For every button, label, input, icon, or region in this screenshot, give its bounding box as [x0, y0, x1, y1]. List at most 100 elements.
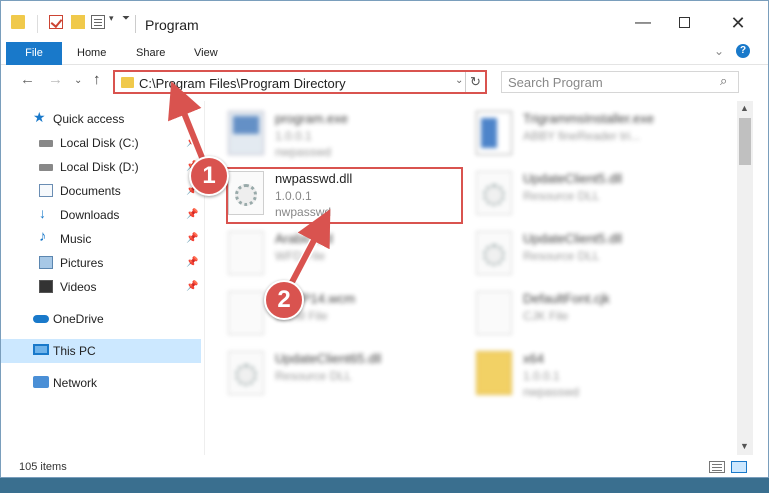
file-item[interactable]: TrigrammsInstaller.exe ABBY fineReader t… [454, 107, 694, 163]
pin-icon[interactable]: 📌 [186, 281, 198, 292]
scroll-down-icon[interactable]: ▼ [740, 441, 749, 451]
file-name: UpdateClient5.dll [523, 231, 623, 246]
scroll-up-icon[interactable]: ▲ [740, 103, 749, 113]
file-name: UpdateClient65.dll [275, 351, 382, 366]
sidebar-item-videos[interactable]: Videos 📌 [1, 275, 201, 299]
maximize-icon [678, 17, 690, 28]
drive-icon [39, 164, 53, 171]
folder-icon [476, 351, 512, 395]
forward-button[interactable]: → [48, 71, 63, 88]
sidebar-item-quick-access[interactable]: ★ Quick access [1, 107, 201, 131]
pin-icon[interactable]: 📌 [186, 137, 198, 148]
file-description: nwpasswd [523, 385, 580, 399]
expand-ribbon-icon[interactable]: ⌄ [714, 44, 724, 58]
sidebar-item-documents[interactable]: Documents 📌 [1, 179, 201, 203]
sidebar-item-pictures[interactable]: Pictures 📌 [1, 251, 201, 275]
new-folder-icon[interactable] [71, 15, 85, 29]
navigation-pane: ★ Quick access Local Disk (C:) 📌 Local D… [1, 101, 205, 455]
search-input[interactable] [502, 72, 702, 92]
star-icon: ★ [33, 109, 46, 125]
sidebar-item-label: Downloads [60, 208, 120, 222]
search-icon[interactable]: ⌕ [720, 73, 727, 89]
scrollbar-thumb[interactable] [739, 118, 751, 165]
explorer-window: ▾ ⏷ Program — ✕ File Home Share View ⌄ ?… [0, 0, 769, 478]
item-count: 105 items [19, 461, 67, 473]
minimize-button[interactable]: — [628, 11, 658, 35]
help-icon[interactable]: ? [736, 44, 750, 58]
gear-icon [483, 184, 505, 206]
large-icons-view-icon[interactable] [731, 461, 747, 473]
vertical-scrollbar[interactable]: ▲ ▼ [737, 101, 753, 455]
search-box[interactable]: ⌕ [501, 71, 739, 93]
sidebar-item-local-disk-d[interactable]: Local Disk (D:) 📌 [1, 155, 201, 179]
sidebar-item-label: Local Disk (C:) [60, 136, 139, 150]
status-bar: 105 items [1, 457, 768, 477]
file-item[interactable]: x64 1.0.0.1 nwpasswd [454, 347, 694, 403]
folder-icon [121, 77, 134, 88]
chevron-down-icon[interactable]: ▾ [109, 13, 114, 24]
properties-check-icon[interactable] [49, 15, 63, 29]
window-title: Program [145, 17, 199, 33]
file-icon [228, 231, 264, 275]
video-icon [39, 280, 53, 293]
sidebar-item-network[interactable]: Network [1, 371, 201, 395]
address-bar[interactable]: C:\Program Files\Program Directory ⌄ ↻ [113, 70, 487, 94]
up-button[interactable]: ↑ [93, 71, 101, 88]
sidebar-item-music[interactable]: ♪ Music 📌 [1, 227, 201, 251]
file-description: nwpasswd [275, 145, 332, 159]
sidebar-item-label: OneDrive [53, 312, 104, 326]
file-name: DefaultFont.cjk [523, 291, 610, 306]
step-2-badge: 2 [264, 280, 304, 320]
sidebar-item-this-pc[interactable]: This PC [1, 339, 201, 363]
pin-icon[interactable]: 📌 [186, 257, 198, 268]
file-item[interactable]: ooWP14.wcm WCM File [206, 287, 446, 343]
tab-home[interactable]: Home [77, 42, 106, 65]
download-icon: ↓ [39, 205, 46, 221]
file-item[interactable]: UpdateClient5.dll Resource DLL [454, 167, 694, 223]
title-bar: ▾ ⏷ Program — ✕ [1, 1, 768, 39]
cloud-icon [33, 315, 49, 323]
sidebar-item-downloads[interactable]: ↓ Downloads 📌 [1, 203, 201, 227]
sidebar-item-label: Pictures [60, 256, 104, 270]
drive-icon [39, 140, 53, 147]
sidebar-item-label: Quick access [53, 112, 125, 126]
file-icon [228, 291, 264, 335]
music-icon: ♪ [39, 228, 47, 245]
sidebar-item-local-disk-c[interactable]: Local Disk (C:) 📌 [1, 131, 201, 155]
address-path[interactable]: C:\Program Files\Program Directory [139, 76, 346, 91]
pin-icon[interactable]: 📌 [186, 209, 198, 220]
tab-view[interactable]: View [194, 42, 218, 65]
gear-icon [483, 244, 505, 266]
file-description: Resource DLL [523, 189, 600, 203]
tab-file[interactable]: File [6, 42, 62, 65]
file-name: TrigrammsInstaller.exe [523, 111, 654, 126]
back-button[interactable]: ← [20, 71, 35, 88]
sidebar-item-label: Local Disk (D:) [60, 160, 139, 174]
ribbon-tabs: File Home Share View ⌄ ? [1, 39, 768, 65]
computer-icon [33, 344, 49, 355]
network-icon [33, 376, 49, 388]
documents-icon [39, 184, 53, 197]
address-history-icon[interactable]: ⌄ [455, 75, 463, 86]
tab-share[interactable]: Share [136, 42, 165, 65]
refresh-button[interactable]: ↻ [465, 72, 485, 92]
view-properties-icon[interactable] [91, 15, 105, 29]
recent-locations-icon[interactable]: ⌄ [74, 75, 82, 86]
dll-icon [476, 231, 512, 275]
file-item[interactable]: DefaultFont.cjk CJK File [454, 287, 694, 343]
customize-toolbar-icon[interactable]: ⏷ [122, 13, 130, 24]
file-item[interactable]: program.exe 1.0.0.1 nwpasswd [206, 107, 446, 163]
file-list: program.exe 1.0.0.1 nwpasswd TrigrammsIn… [206, 101, 736, 455]
close-button[interactable]: ✕ [723, 11, 753, 35]
pictures-icon [39, 256, 53, 269]
file-item[interactable]: Arabic.cfd WFD File [206, 227, 446, 283]
pin-icon[interactable]: 📌 [186, 233, 198, 244]
file-name: Arabic.cfd [275, 231, 333, 246]
file-description: Resource DLL [523, 249, 600, 263]
details-view-icon[interactable] [709, 461, 725, 473]
file-item[interactable]: UpdateClient5.dll Resource DLL [454, 227, 694, 283]
sidebar-item-onedrive[interactable]: OneDrive [1, 307, 201, 331]
exe-icon [228, 111, 264, 155]
maximize-button[interactable] [669, 11, 699, 35]
file-item[interactable]: UpdateClient65.dll Resource DLL [206, 347, 446, 403]
